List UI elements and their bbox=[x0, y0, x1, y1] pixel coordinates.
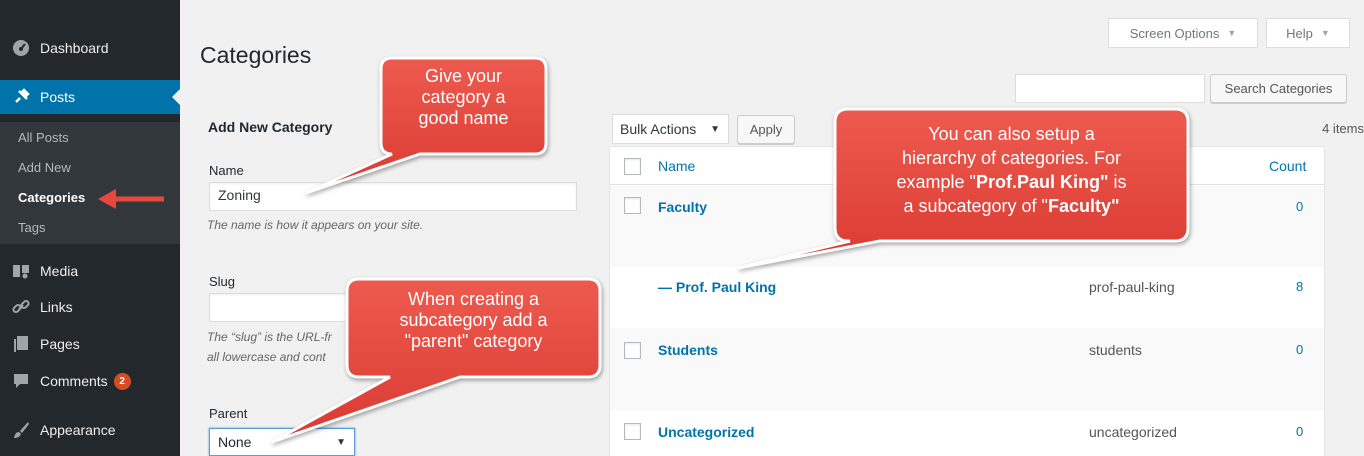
category-count-link[interactable]: 8 bbox=[1296, 279, 1303, 294]
parent-callout-text: When creating a subcategory add a "paren… bbox=[347, 289, 600, 352]
count-column-header[interactable]: Count bbox=[1269, 158, 1306, 174]
callout-line: a subcategory of "Faculty" bbox=[835, 194, 1188, 218]
items-count: 4 items bbox=[1322, 121, 1364, 136]
select-all-checkbox[interactable] bbox=[624, 158, 641, 175]
chevron-down-icon: ▼ bbox=[336, 436, 346, 448]
submenu-categories[interactable]: Categories bbox=[18, 190, 85, 205]
hierarchy-callout-text: You can also setup a hierarchy of catego… bbox=[835, 122, 1188, 218]
search-categories-button[interactable]: Search Categories bbox=[1210, 74, 1347, 103]
callout-text-part: is bbox=[1108, 172, 1127, 192]
menu-item-media[interactable]: Media bbox=[0, 254, 180, 288]
callout-text-bold: Prof.Paul King" bbox=[975, 172, 1109, 192]
name-column-header[interactable]: Name bbox=[658, 158, 695, 174]
parent-select-value: None bbox=[218, 434, 252, 450]
comments-count-badge: 2 bbox=[113, 372, 131, 390]
bulk-actions-select[interactable]: Bulk Actions ▼ bbox=[612, 114, 729, 144]
category-name-link[interactable]: Faculty bbox=[658, 199, 707, 215]
row-checkbox[interactable] bbox=[624, 342, 641, 359]
category-slug: uncategorized bbox=[1089, 424, 1177, 440]
screen-options-label: Screen Options bbox=[1129, 25, 1220, 41]
help-button[interactable]: Help ▼ bbox=[1266, 18, 1350, 48]
help-label: Help bbox=[1286, 25, 1313, 41]
category-count-link[interactable]: 0 bbox=[1296, 424, 1303, 439]
link-icon bbox=[11, 297, 31, 317]
dashboard-icon bbox=[11, 38, 31, 58]
callout-line: example "Prof.Paul King" is bbox=[835, 170, 1188, 194]
search-categories-input[interactable] bbox=[1015, 74, 1205, 103]
caret-down-icon: ▼ bbox=[1320, 28, 1330, 38]
apply-button[interactable]: Apply bbox=[737, 115, 795, 144]
menu-item-posts[interactable]: Posts bbox=[0, 80, 180, 114]
callout-line: good name bbox=[418, 108, 509, 128]
callout-line: When creating a bbox=[407, 289, 540, 309]
bulk-actions-value: Bulk Actions bbox=[620, 121, 697, 137]
posts-submenu: All Posts Add New Categories Tags bbox=[0, 122, 180, 244]
category-name-link[interactable]: — Prof. Paul King bbox=[658, 279, 776, 295]
callout-line: subcategory add a bbox=[399, 310, 548, 330]
pin-icon bbox=[11, 87, 31, 107]
caret-down-icon: ▼ bbox=[1227, 28, 1237, 38]
menu-item-links[interactable]: Links bbox=[0, 290, 180, 324]
category-slug: students bbox=[1089, 342, 1142, 358]
name-input[interactable]: Zoning bbox=[209, 182, 577, 211]
page-title: Categories bbox=[200, 42, 312, 68]
menu-item-dashboard[interactable]: Dashboard bbox=[0, 31, 180, 65]
chevron-down-icon: ▼ bbox=[710, 123, 720, 135]
category-slug: prof-paul-king bbox=[1089, 279, 1175, 295]
row-checkbox[interactable] bbox=[624, 197, 641, 214]
submenu-all-posts[interactable]: All Posts bbox=[18, 130, 69, 145]
screen-options-button[interactable]: Screen Options ▼ bbox=[1108, 18, 1258, 48]
menu-item-label: Dashboard bbox=[40, 40, 109, 56]
menu-item-label: Links bbox=[40, 299, 73, 315]
callout-line: hierarchy of categories. For bbox=[901, 148, 1122, 168]
submenu-tags[interactable]: Tags bbox=[18, 220, 45, 235]
callout-text-part: example " bbox=[896, 172, 976, 192]
callout-line: You can also setup a bbox=[928, 124, 1095, 144]
row-checkbox[interactable] bbox=[624, 423, 641, 440]
brush-icon bbox=[11, 420, 31, 440]
category-count-link[interactable]: 0 bbox=[1296, 199, 1303, 214]
admin-sidebar: Dashboard Posts All Posts Add New Catego… bbox=[0, 0, 180, 456]
menu-item-comments[interactable]: Comments 2 bbox=[0, 364, 180, 398]
callout-line: Give your bbox=[424, 66, 503, 86]
table-row: Uncategorized uncategorized 0 bbox=[610, 410, 1324, 456]
pages-icon bbox=[11, 334, 31, 354]
callout-text-bold: Faculty" bbox=[1047, 196, 1120, 216]
comment-icon bbox=[11, 371, 31, 391]
menu-item-pages[interactable]: Pages bbox=[0, 327, 180, 361]
menu-item-label: Pages bbox=[40, 336, 80, 352]
media-icon bbox=[11, 261, 31, 281]
add-category-heading: Add New Category bbox=[208, 119, 333, 135]
name-hint: The name is how it appears on your site. bbox=[207, 218, 424, 232]
category-count-link[interactable]: 0 bbox=[1296, 342, 1303, 357]
slug-label: Slug bbox=[209, 274, 236, 289]
menu-item-label: Media bbox=[40, 263, 79, 279]
callout-line: "parent" category bbox=[404, 331, 543, 351]
callout-line: category a bbox=[421, 87, 506, 107]
menu-item-appearance[interactable]: Appearance bbox=[0, 413, 180, 447]
callout-text-part: a subcategory of " bbox=[903, 196, 1048, 216]
table-row: — Prof. Paul King prof-paul-king 8 bbox=[610, 267, 1324, 328]
menu-item-label: Comments bbox=[40, 373, 108, 389]
category-name-link[interactable]: Uncategorized bbox=[658, 424, 754, 440]
category-name-link[interactable]: Students bbox=[658, 342, 718, 358]
submenu-add-new[interactable]: Add New bbox=[18, 160, 71, 175]
parent-label: Parent bbox=[209, 406, 248, 421]
menu-item-label: Posts bbox=[40, 89, 76, 105]
parent-select[interactable]: None ▼ bbox=[209, 428, 355, 456]
menu-item-label: Appearance bbox=[40, 422, 116, 438]
name-callout-text: Give your category a good name bbox=[381, 66, 546, 129]
name-label: Name bbox=[209, 163, 244, 178]
table-row: Students students 0 bbox=[610, 328, 1324, 410]
